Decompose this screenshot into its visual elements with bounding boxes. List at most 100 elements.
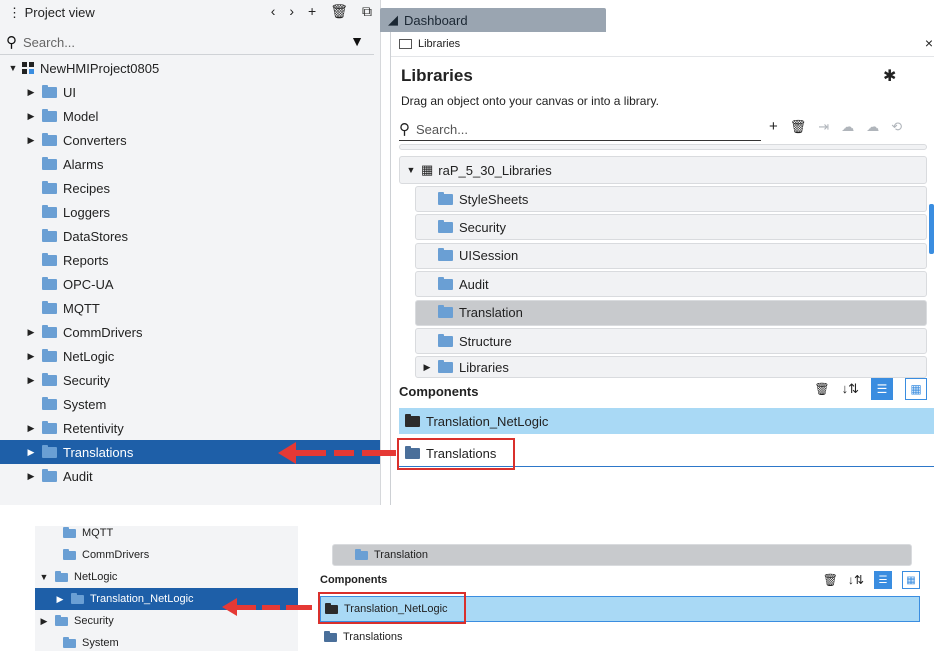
library-item-translation[interactable]: Translation — [332, 544, 912, 566]
expander-icon[interactable]: ▶ — [26, 423, 36, 434]
dashboard-icon: ◢ — [388, 12, 398, 27]
library-search[interactable]: ⚲ Search... — [399, 118, 761, 141]
library-item-security[interactable]: Security — [415, 214, 927, 241]
delete-icon[interactable]: 🗑 — [823, 573, 838, 587]
expander-icon[interactable]: ▶ — [422, 362, 432, 373]
component-row[interactable]: Translations — [320, 626, 918, 648]
tree-item-label: System — [63, 396, 107, 412]
library-item-translation[interactable]: Translation — [415, 299, 927, 326]
library-item-label: Audit — [459, 276, 489, 292]
library-item-stylesheets[interactable]: StyleSheets — [415, 186, 927, 212]
folder-icon — [405, 413, 420, 427]
folder-icon — [42, 324, 57, 338]
translations-icon — [324, 630, 337, 642]
expander-icon[interactable]: ▶ — [26, 111, 36, 122]
grid-view-icon[interactable]: ▦ — [902, 571, 920, 589]
history-icon[interactable]: ⟲ — [891, 119, 902, 135]
tree-item-mqtt[interactable]: MQTT — [0, 296, 380, 320]
tree-item-newhmiproject0805[interactable]: ▼ NewHMIProject0805 — [0, 56, 380, 80]
library-item-partial[interactable] — [399, 144, 927, 150]
tree-item-reports[interactable]: Reports — [0, 248, 380, 272]
delete-icon[interactable]: 🗑 — [814, 382, 829, 396]
add-icon[interactable]: + — [308, 3, 316, 20]
tree-item-label: Audit — [63, 468, 93, 484]
tree-item-security[interactable]: ▶ Security — [35, 610, 298, 632]
library-item-audit[interactable]: Audit — [415, 271, 927, 298]
grid-view-icon[interactable]: ▦ — [905, 378, 927, 400]
expander-icon[interactable]: ▶ — [55, 594, 65, 605]
tree-item-translation-netlogic[interactable]: ▶ Translation_NetLogic — [35, 588, 298, 610]
download-icon[interactable]: ☁ — [866, 119, 879, 135]
import-icon[interactable]: ⇥ — [818, 119, 829, 135]
tree-item-system[interactable]: System — [0, 392, 380, 416]
expander-icon[interactable]: ▼ — [406, 165, 416, 175]
folder-icon — [438, 248, 453, 262]
project-search-input[interactable]: Search... — [23, 35, 75, 50]
tree-item-label: CommDrivers — [63, 324, 143, 340]
tree-item-model[interactable]: ▶ Model — [0, 104, 380, 128]
expander-icon[interactable]: ▶ — [26, 87, 36, 98]
gear-icon[interactable]: ✱ — [883, 66, 896, 86]
tree-item-commdrivers[interactable]: ▶ CommDrivers — [0, 320, 380, 344]
expander-icon[interactable]: ▶ — [39, 616, 49, 627]
tree-item-label: Retentivity — [63, 420, 124, 436]
expander-icon[interactable]: ▶ — [26, 135, 36, 146]
libraries-window: Libraries × Libraries ✱ Drag an object o… — [390, 32, 934, 505]
tree-item-netlogic[interactable]: ▼ NetLogic — [35, 566, 298, 588]
folder-icon — [42, 420, 57, 434]
upload-icon[interactable]: ☁ — [841, 119, 854, 135]
expander-icon[interactable]: ▶ — [26, 351, 36, 362]
library-item-structure[interactable]: Structure — [415, 328, 927, 354]
back-icon[interactable]: ‹ — [271, 3, 276, 20]
tree-item-datastores[interactable]: DataStores — [0, 224, 380, 248]
delete-icon[interactable]: 🗑 — [330, 3, 348, 20]
tree-item-loggers[interactable]: Loggers — [0, 200, 380, 224]
library-raP_5_30_Libraries[interactable]: ▼ ▦ raP_5_30_Libraries — [399, 156, 927, 184]
folder-icon — [42, 396, 57, 410]
expander-icon[interactable]: ▶ — [26, 327, 36, 338]
delete-icon[interactable]: 🗑 — [790, 119, 807, 135]
tab-dashboard[interactable]: ◢ Dashboard — [380, 8, 606, 32]
expander-icon[interactable]: ▼ — [8, 63, 18, 73]
tree-item-mqtt[interactable]: MQTT — [35, 522, 298, 544]
tree-item-label: NewHMIProject0805 — [40, 60, 160, 76]
components-heading: Components — [320, 574, 388, 586]
library-item-label: Structure — [459, 333, 512, 349]
tree-item-label: Recipes — [63, 180, 110, 196]
tree-item-recipes[interactable]: Recipes — [0, 176, 380, 200]
project-search[interactable]: ⚲ Search... ▼ — [0, 30, 374, 55]
tree-item-commdrivers[interactable]: CommDrivers — [35, 544, 298, 566]
forward-icon[interactable]: › — [289, 3, 294, 20]
expander-icon[interactable]: ▼ — [39, 572, 49, 582]
component-row[interactable]: Translation_NetLogic — [399, 408, 934, 434]
close-icon[interactable]: × — [925, 35, 933, 51]
tree-item-label: Security — [74, 615, 114, 627]
library-search-input[interactable]: Search... — [416, 122, 468, 137]
tree-item-label: Security — [63, 372, 110, 388]
expander-icon[interactable]: ▶ — [26, 447, 36, 458]
list-view-icon[interactable]: ☰ — [871, 378, 893, 400]
tree-item-security[interactable]: ▶ Security — [0, 368, 380, 392]
tree-item-opc-ua[interactable]: OPC-UA — [0, 272, 380, 296]
list-view-icon[interactable]: ☰ — [874, 571, 892, 589]
tree-item-label: Converters — [63, 132, 127, 148]
tree-item-ui[interactable]: ▶ UI — [0, 80, 380, 104]
add-icon[interactable]: + — [769, 118, 778, 135]
callout-box — [397, 438, 515, 470]
library-item-uisession[interactable]: UISession — [415, 242, 927, 269]
library-item-libraries[interactable]: ▶ Libraries — [415, 356, 927, 379]
sort-icon[interactable]: ↓⇅ — [848, 573, 864, 587]
sort-icon[interactable]: ↓⇅ — [842, 381, 859, 397]
library-scrollbar[interactable] — [929, 204, 934, 254]
tree-item-retentivity[interactable]: ▶ Retentivity — [0, 416, 380, 440]
expander-icon[interactable]: ▶ — [26, 375, 36, 386]
tree-item-converters[interactable]: ▶ Converters — [0, 128, 380, 152]
drag-arrow-dash — [262, 605, 280, 610]
tree-item-alarms[interactable]: Alarms — [0, 152, 380, 176]
expander-icon[interactable]: ▶ — [26, 471, 36, 482]
tree-item-audit[interactable]: ▶ Audit — [0, 464, 380, 488]
tree-item-netlogic[interactable]: ▶ NetLogic — [0, 344, 380, 368]
filter-icon[interactable]: ▼ — [350, 33, 364, 49]
copy-icon[interactable]: ⧉ — [362, 3, 372, 20]
project-view-title: ⋮ Project view — [8, 5, 95, 20]
